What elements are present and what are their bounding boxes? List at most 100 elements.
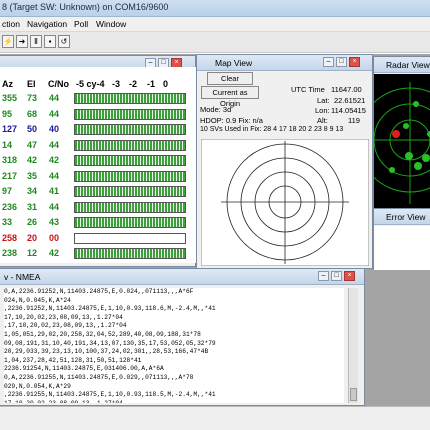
satellite-marker — [422, 154, 430, 162]
satellite-cno: 44 — [49, 139, 60, 150]
alt-label: Alt: — [317, 116, 328, 125]
maximize-icon[interactable]: □ — [331, 271, 342, 281]
lon-label: Lon: — [315, 106, 330, 115]
signal-history-bars — [74, 217, 186, 228]
nmea-line: 0,A,2236.91252,N,11403.24875,E,0.024,,07… — [4, 288, 194, 295]
column-header-cy3: -3 — [112, 79, 121, 89]
satellite-el: 50 — [27, 124, 38, 134]
close-icon[interactable]: × — [349, 57, 360, 67]
satellite-az: 127 — [2, 124, 18, 134]
map-view-window: Map View – □ × Clear Current as Origin M… — [196, 54, 373, 269]
satellite-cno: 44 — [49, 108, 60, 119]
satellite-cno: 40 — [49, 124, 60, 134]
nmea-line: 17,10,20,02,23,08,09,13,,1.27*04 — [4, 313, 123, 321]
pause-icon[interactable]: Ⅱ — [30, 35, 42, 48]
clear-button[interactable]: Clear — [207, 72, 253, 85]
satellite-cno: 42 — [49, 155, 60, 165]
satellite-row: 258 20 00 — [0, 232, 196, 247]
satellite-cno: 42 — [49, 248, 60, 258]
minimize-icon[interactable]: – — [318, 271, 329, 281]
menu-item-poll[interactable]: Poll — [74, 19, 88, 29]
map-plot[interactable] — [201, 139, 369, 266]
satellite-row: 97 34 41 — [0, 185, 196, 200]
satellite-row: 33 26 43 — [0, 216, 196, 231]
current-as-origin-button[interactable]: Current as Origin — [201, 86, 259, 108]
column-header-el: El — [27, 79, 36, 89]
window-caption: Map View – □ × — [197, 55, 372, 71]
satellite-az: 236 — [2, 201, 18, 212]
signal-history-bars — [74, 93, 186, 104]
nmea-line: ,2236.91255,N,11403.24875,E,1,10,0.93,11… — [4, 391, 216, 399]
satellite-row: 318 42 42 — [0, 154, 196, 169]
window-caption: Radar View — [374, 57, 430, 73]
satellite-el: 47 — [27, 139, 38, 150]
signal-history-bars — [74, 170, 186, 182]
menu-item-action[interactable]: ction — [2, 19, 20, 29]
signal-history-bars — [74, 232, 186, 244]
connect-icon[interactable]: ⚡ — [2, 35, 14, 48]
satellite-cno: 44 — [49, 201, 60, 212]
satellite-az: 95 — [2, 108, 13, 119]
signal-history-bars — [74, 186, 186, 197]
nmea-line: 20,29,033,39,23,13,10,100,37,24,02,301,,… — [4, 348, 209, 356]
satellite-cno: 44 — [49, 170, 60, 181]
minimize-icon[interactable]: – — [323, 57, 334, 67]
save-icon[interactable]: ▪ — [44, 35, 56, 48]
satellite-row: 355 73 44 — [0, 92, 196, 107]
utc-label: UTC Time — [291, 85, 325, 94]
signal-history-bars — [74, 201, 186, 213]
satellite-marker — [392, 130, 400, 138]
satellite-marker — [413, 101, 419, 107]
menu-item-navigation[interactable]: Navigation — [27, 19, 67, 29]
lat-label: Lat: — [317, 96, 330, 105]
maximize-icon[interactable]: □ — [336, 57, 347, 67]
satellite-row: 14 47 44 — [0, 139, 196, 154]
satellite-cno: 00 — [49, 232, 60, 243]
satellite-cno: 44 — [49, 93, 60, 103]
window-caption: v - NMEA – □ × — [0, 269, 364, 285]
satellite-cno: 43 — [49, 217, 60, 227]
satellite-row: 95 68 44 — [0, 108, 196, 123]
arrow-icon[interactable]: ➜ — [16, 35, 28, 48]
title-bar: 8 (Target SW: Unknown) on COM16/9600 — [0, 0, 430, 17]
reset-icon[interactable]: ↺ — [58, 35, 70, 48]
signal-history-bars — [74, 108, 186, 120]
nmea-log[interactable]: 0,A,2236.91252,N,11403.24875,E,0.024,,07… — [4, 288, 344, 403]
satellite-row: 127 50 40 — [0, 123, 196, 138]
scrollbar-thumb[interactable] — [350, 388, 357, 401]
signal-history-bars — [74, 248, 186, 259]
satellite-marker — [405, 152, 413, 160]
radar-plot — [374, 74, 430, 208]
nmea-scrollbar[interactable] — [348, 288, 358, 403]
nmea-line: 09,08,191,31,10,40,191,34,13,07,130,35,1… — [4, 339, 216, 347]
signal-history-bars — [74, 124, 186, 135]
satellite-az: 217 — [2, 170, 18, 181]
close-icon[interactable]: × — [344, 271, 355, 281]
satellite-az: 355 — [2, 93, 18, 103]
menu-item-window[interactable]: Window — [96, 19, 126, 29]
alt-value: 119 — [348, 116, 360, 125]
utc-value: 11647.00 — [331, 85, 362, 94]
satellite-az: 97 — [2, 186, 13, 196]
toolbar: ⚡ ➜ Ⅱ ▪ ↺ — [0, 32, 430, 53]
nmea-title: v - NMEA — [4, 272, 41, 282]
column-header-cy2: -2 — [129, 79, 138, 89]
hdop-text: HDOP: 0.9 Fix: n/a — [200, 116, 263, 125]
lon-value: 114.05415 — [331, 106, 366, 115]
satellite-marker — [414, 162, 422, 170]
satellite-el: 34 — [27, 186, 38, 196]
column-header-cy0: 0 — [163, 79, 169, 89]
column-header-cno: C/No — [48, 79, 69, 89]
nmea-line: 0,A,2236.91255,N,11403.24875,E,0.029,,07… — [4, 373, 194, 381]
satellite-row: 238 12 42 — [0, 247, 196, 262]
satellite-cno: 41 — [49, 186, 60, 196]
satellite-el: 31 — [27, 201, 38, 212]
nmea-line: 024,N,0.045,K,A*24 — [4, 296, 71, 304]
satellite-az: 14 — [2, 139, 13, 150]
column-header-cy4: -5 cy-4 — [76, 79, 105, 89]
column-header-az: Az — [2, 79, 13, 89]
satellite-el: 42 — [27, 155, 38, 165]
nmea-line: ,2236.91252,N,11403.24875,E,1,10,0.93,11… — [4, 305, 216, 313]
mode-text: Mode: 3d — [200, 105, 232, 114]
satellite-az: 318 — [2, 155, 18, 165]
